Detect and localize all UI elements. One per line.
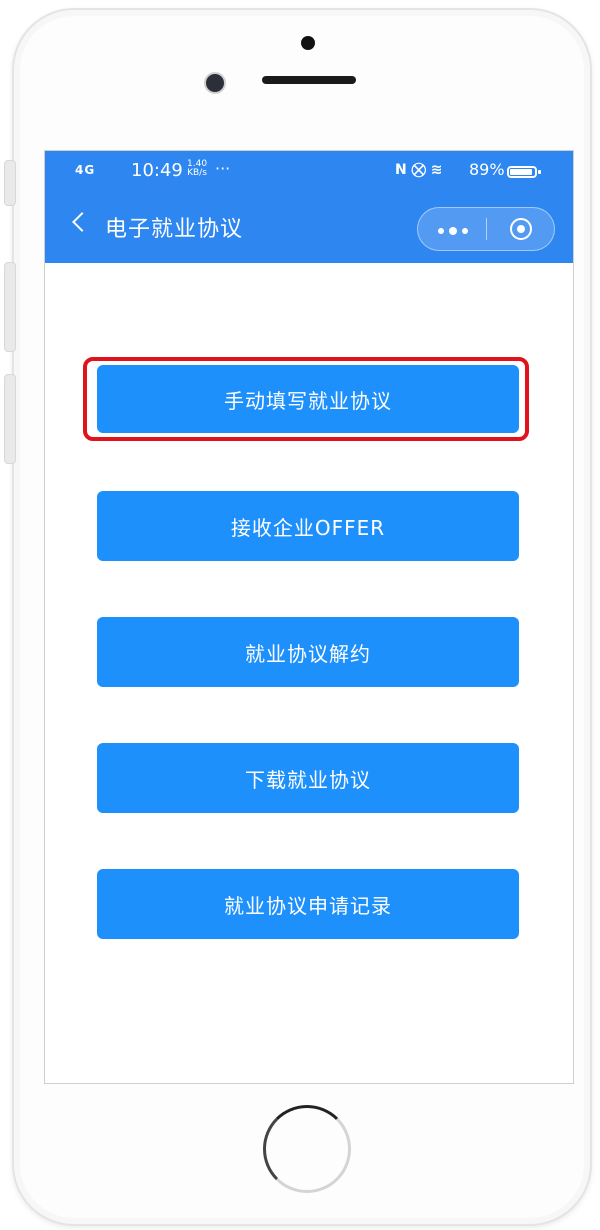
more-dots-icon[interactable] — [418, 208, 486, 252]
status-bar: 4G 10:49 1.40 KB/s ··· N ⛒ ≋ 89% — [45, 151, 573, 193]
network-speed: 1.40 KB/s — [187, 160, 207, 178]
receive-offer-button[interactable]: 接收企业OFFER — [97, 491, 519, 561]
miniprogram-close-icon[interactable] — [488, 208, 554, 252]
header-bar: 4G 10:49 1.40 KB/s ··· N ⛒ ≋ 89% 电子就业协议 — [45, 151, 573, 263]
miniprogram-capsule — [417, 207, 555, 251]
network-speed-unit: KB/s — [187, 168, 207, 178]
download-agreement-button[interactable]: 下载就业协议 — [97, 743, 519, 813]
earpiece-speaker — [262, 76, 356, 84]
volume-up-button — [4, 262, 16, 352]
nfc-vibrate-wifi-icons: N ⛒ ≋ — [395, 162, 443, 178]
status-time: 10:49 — [131, 160, 183, 181]
signal-icon: 4G — [75, 163, 96, 177]
capsule-divider — [486, 218, 487, 240]
status-more: ··· — [215, 159, 231, 178]
home-button[interactable] — [263, 1105, 351, 1193]
mute-switch — [4, 160, 16, 206]
app-screen: 4G 10:49 1.40 KB/s ··· N ⛒ ≋ 89% 电子就业协议 … — [44, 150, 574, 1084]
application-records-button[interactable]: 就业协议申请记录 — [97, 869, 519, 939]
page-title: 电子就业协议 — [105, 217, 244, 242]
chevron-left-icon[interactable] — [63, 207, 95, 239]
manual-fill-agreement-button[interactable]: 手动填写就业协议 — [97, 365, 519, 433]
battery-icon — [507, 166, 541, 178]
navigation-bar: 电子就业协议 — [45, 193, 573, 263]
proximity-sensor — [301, 36, 315, 50]
cancel-agreement-button[interactable]: 就业协议解约 — [97, 617, 519, 687]
front-camera — [204, 72, 226, 94]
volume-down-button — [4, 374, 16, 464]
battery-percent: 89% — [469, 160, 505, 179]
